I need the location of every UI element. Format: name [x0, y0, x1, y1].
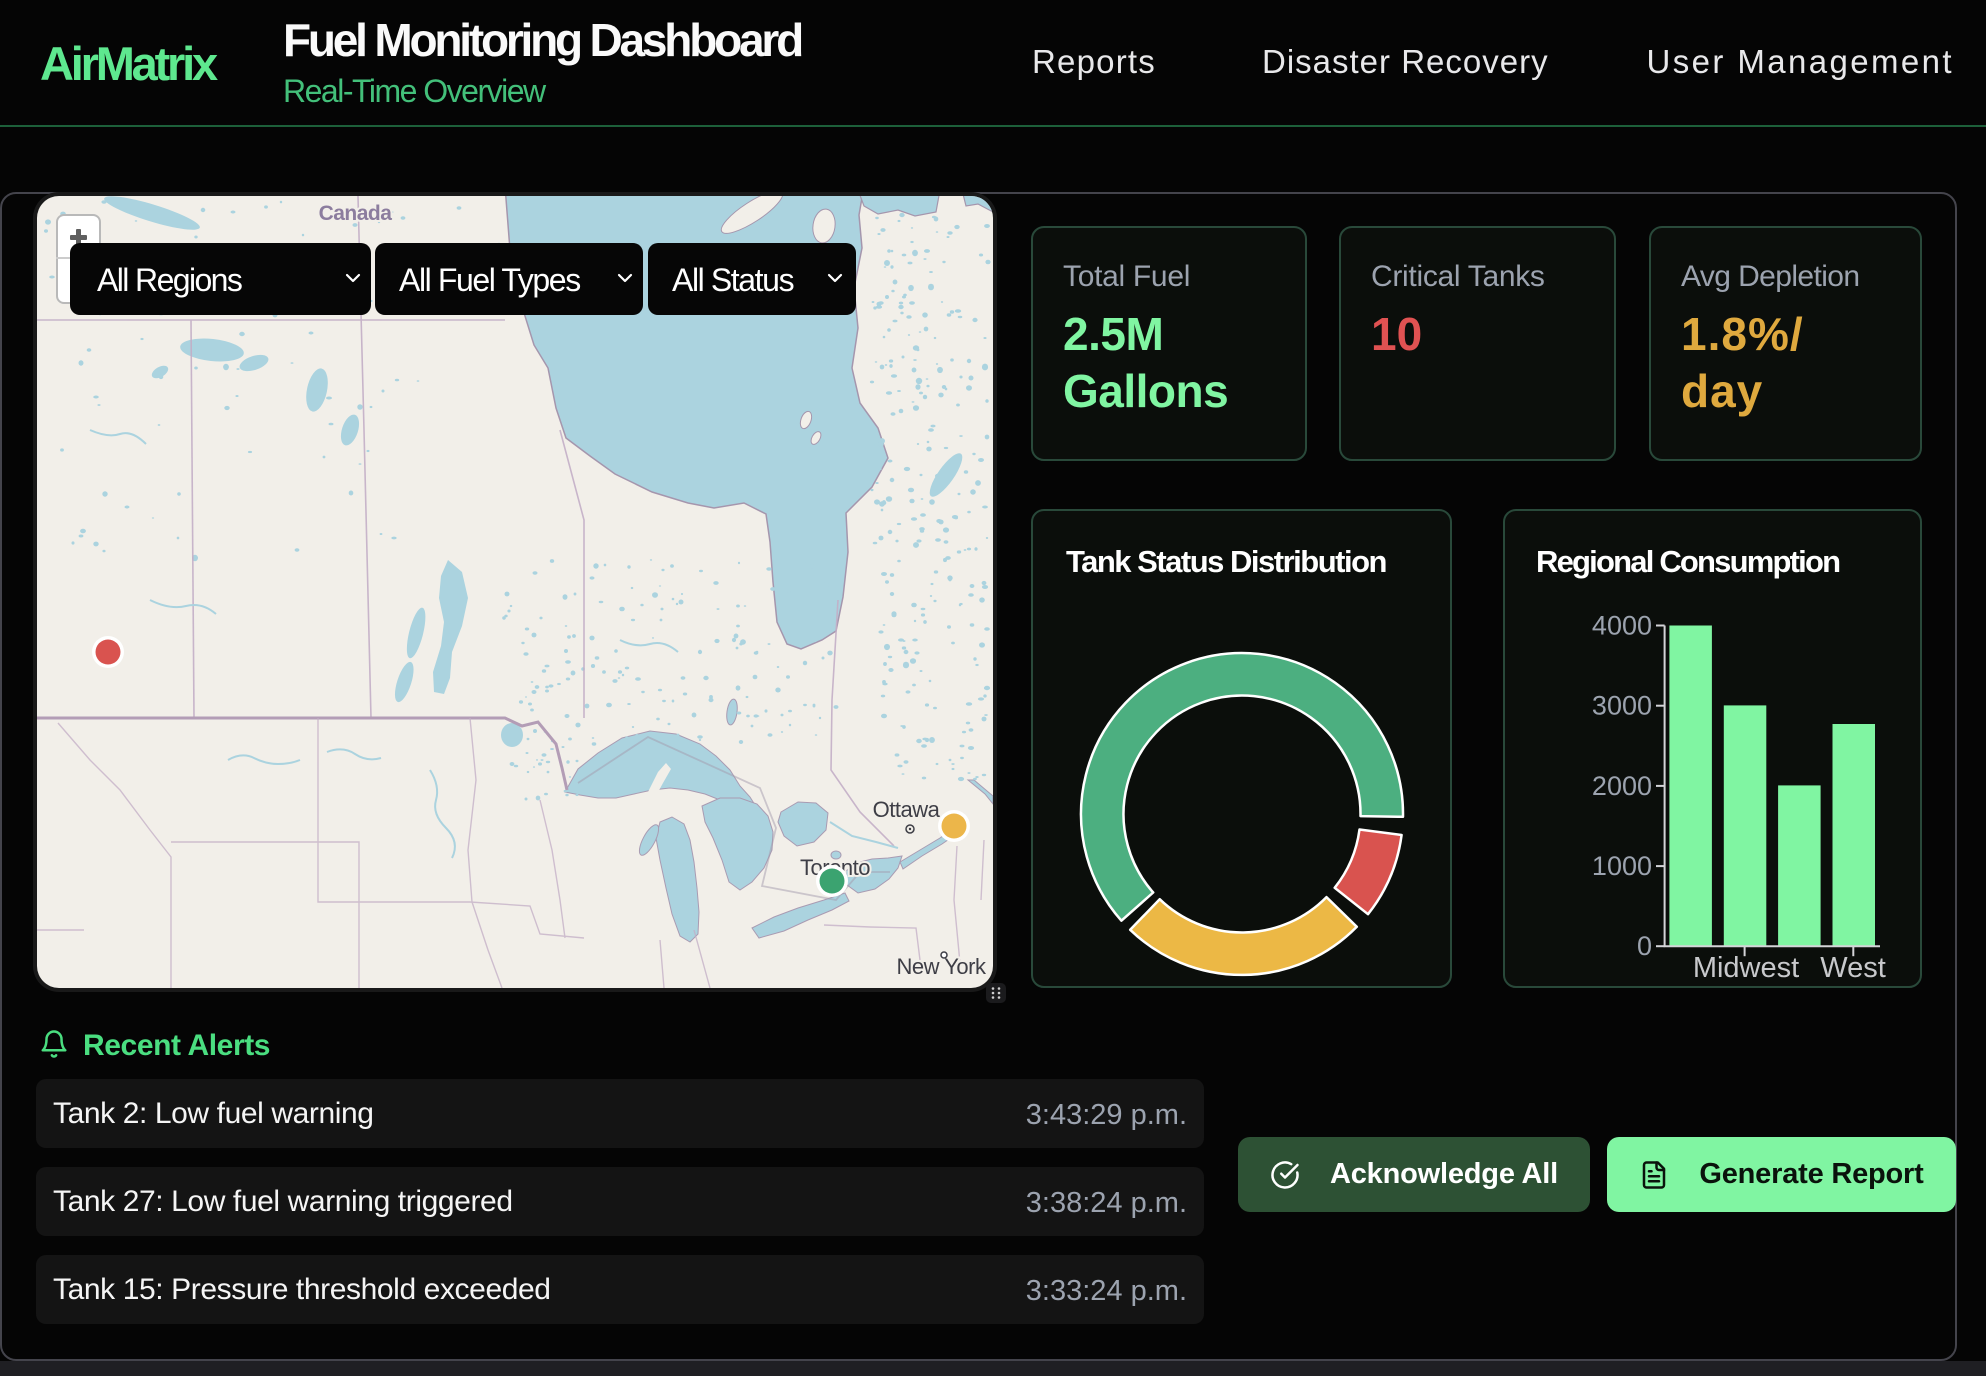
svg-text:0: 0: [1637, 931, 1652, 961]
svg-text:Ottawa: Ottawa: [873, 797, 941, 822]
svg-text:Midwest: Midwest: [1693, 952, 1799, 984]
svg-text:4000: 4000: [1592, 611, 1652, 641]
svg-text:1000: 1000: [1592, 851, 1652, 881]
svg-text:West: West: [1820, 952, 1886, 984]
svg-text:Canada: Canada: [319, 202, 393, 225]
svg-text:3000: 3000: [1592, 691, 1652, 721]
svg-text:2000: 2000: [1592, 771, 1652, 801]
